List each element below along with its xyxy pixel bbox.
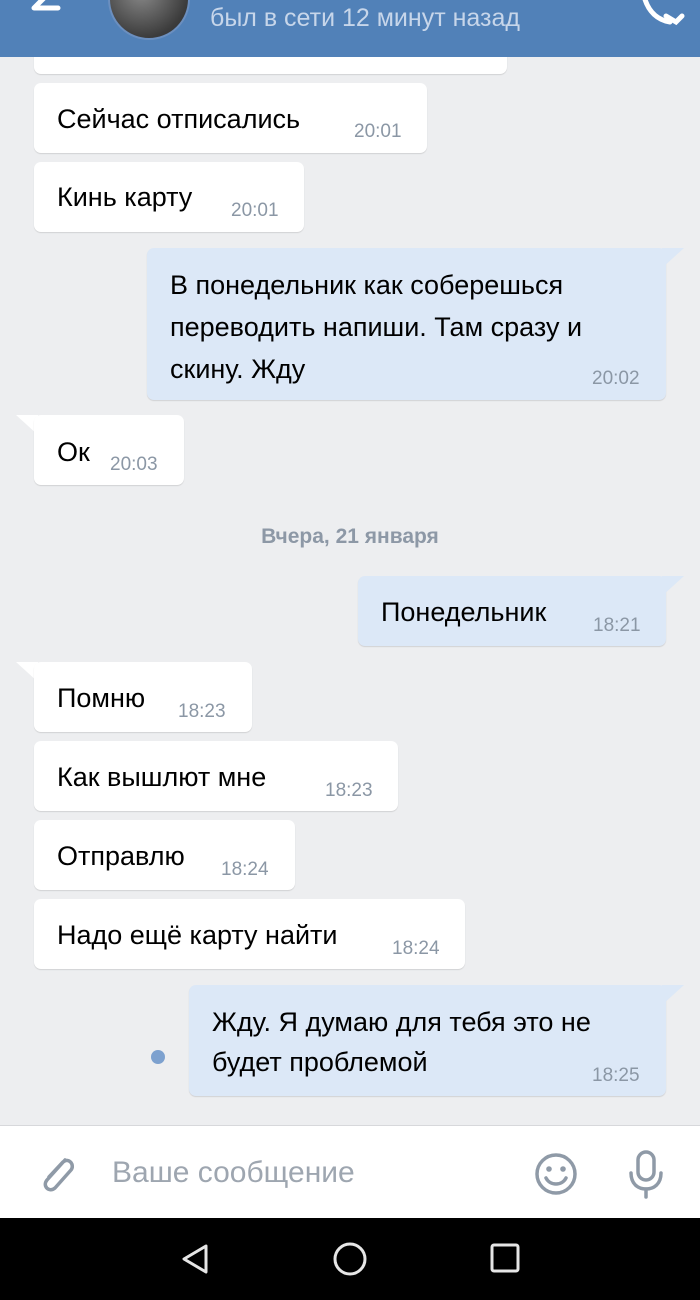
bubble-tail xyxy=(662,248,684,268)
message-text-line: В понедельник как соберешься xyxy=(170,270,564,300)
message-text: Как вышлют мне xyxy=(57,762,267,792)
back-arrow-icon[interactable] xyxy=(20,0,80,38)
phone-icon[interactable] xyxy=(636,0,686,26)
message-time: 18:25 xyxy=(592,1065,640,1086)
date-separator: Вчера, 21 января xyxy=(261,525,439,548)
message-time: 20:01 xyxy=(231,200,279,221)
last-seen-status: был в сети 12 минут назад xyxy=(210,4,520,32)
nav-recent-icon[interactable] xyxy=(489,1242,521,1274)
message-text: Отправлю xyxy=(57,841,185,871)
message-text-line: скину. Жду xyxy=(170,354,306,384)
message-text-line: переводить напиши. Там сразу и xyxy=(170,312,583,342)
message-text-line: Жду. Я думаю для тебя это не xyxy=(212,1007,591,1037)
message-text: Понедельник xyxy=(381,597,547,627)
message-text-line: будет проблемой xyxy=(212,1047,428,1077)
message-time: 20:03 xyxy=(110,454,158,475)
mic-icon[interactable] xyxy=(624,1148,668,1200)
message-input[interactable]: Ваше сообщение xyxy=(112,1156,355,1190)
unread-indicator xyxy=(151,1050,165,1064)
nav-home-icon[interactable] xyxy=(331,1240,369,1278)
message-text: Сейчас отписались xyxy=(57,104,301,134)
message-text: Надо ещё карту найти xyxy=(57,920,338,950)
bubble-tail xyxy=(662,576,684,596)
nav-back-icon[interactable] xyxy=(178,1242,212,1276)
message-time: 20:01 xyxy=(354,121,402,142)
message-text: Ок xyxy=(57,437,90,467)
bubble-tail xyxy=(662,985,684,1005)
message-time: 18:24 xyxy=(392,938,440,959)
message-list[interactable]: Сейчас отписались 20:01 Кинь карту 20:01… xyxy=(0,57,700,1125)
system-navigation-bar xyxy=(0,1218,700,1300)
message-time: 18:23 xyxy=(325,780,373,801)
avatar[interactable] xyxy=(108,0,190,40)
message-time: 20:02 xyxy=(592,368,640,389)
smile-icon[interactable] xyxy=(532,1150,580,1198)
message-time: 18:21 xyxy=(593,615,641,636)
message-time: 18:23 xyxy=(178,701,226,722)
message-text: Кинь карту xyxy=(57,182,193,212)
chat-header: был в сети 12 минут назад xyxy=(0,0,700,57)
paperclip-icon[interactable] xyxy=(35,1148,79,1198)
message-text: Помню xyxy=(57,683,146,713)
message-time: 18:24 xyxy=(221,859,269,880)
message-composer: Ваше сообщение xyxy=(0,1125,700,1218)
